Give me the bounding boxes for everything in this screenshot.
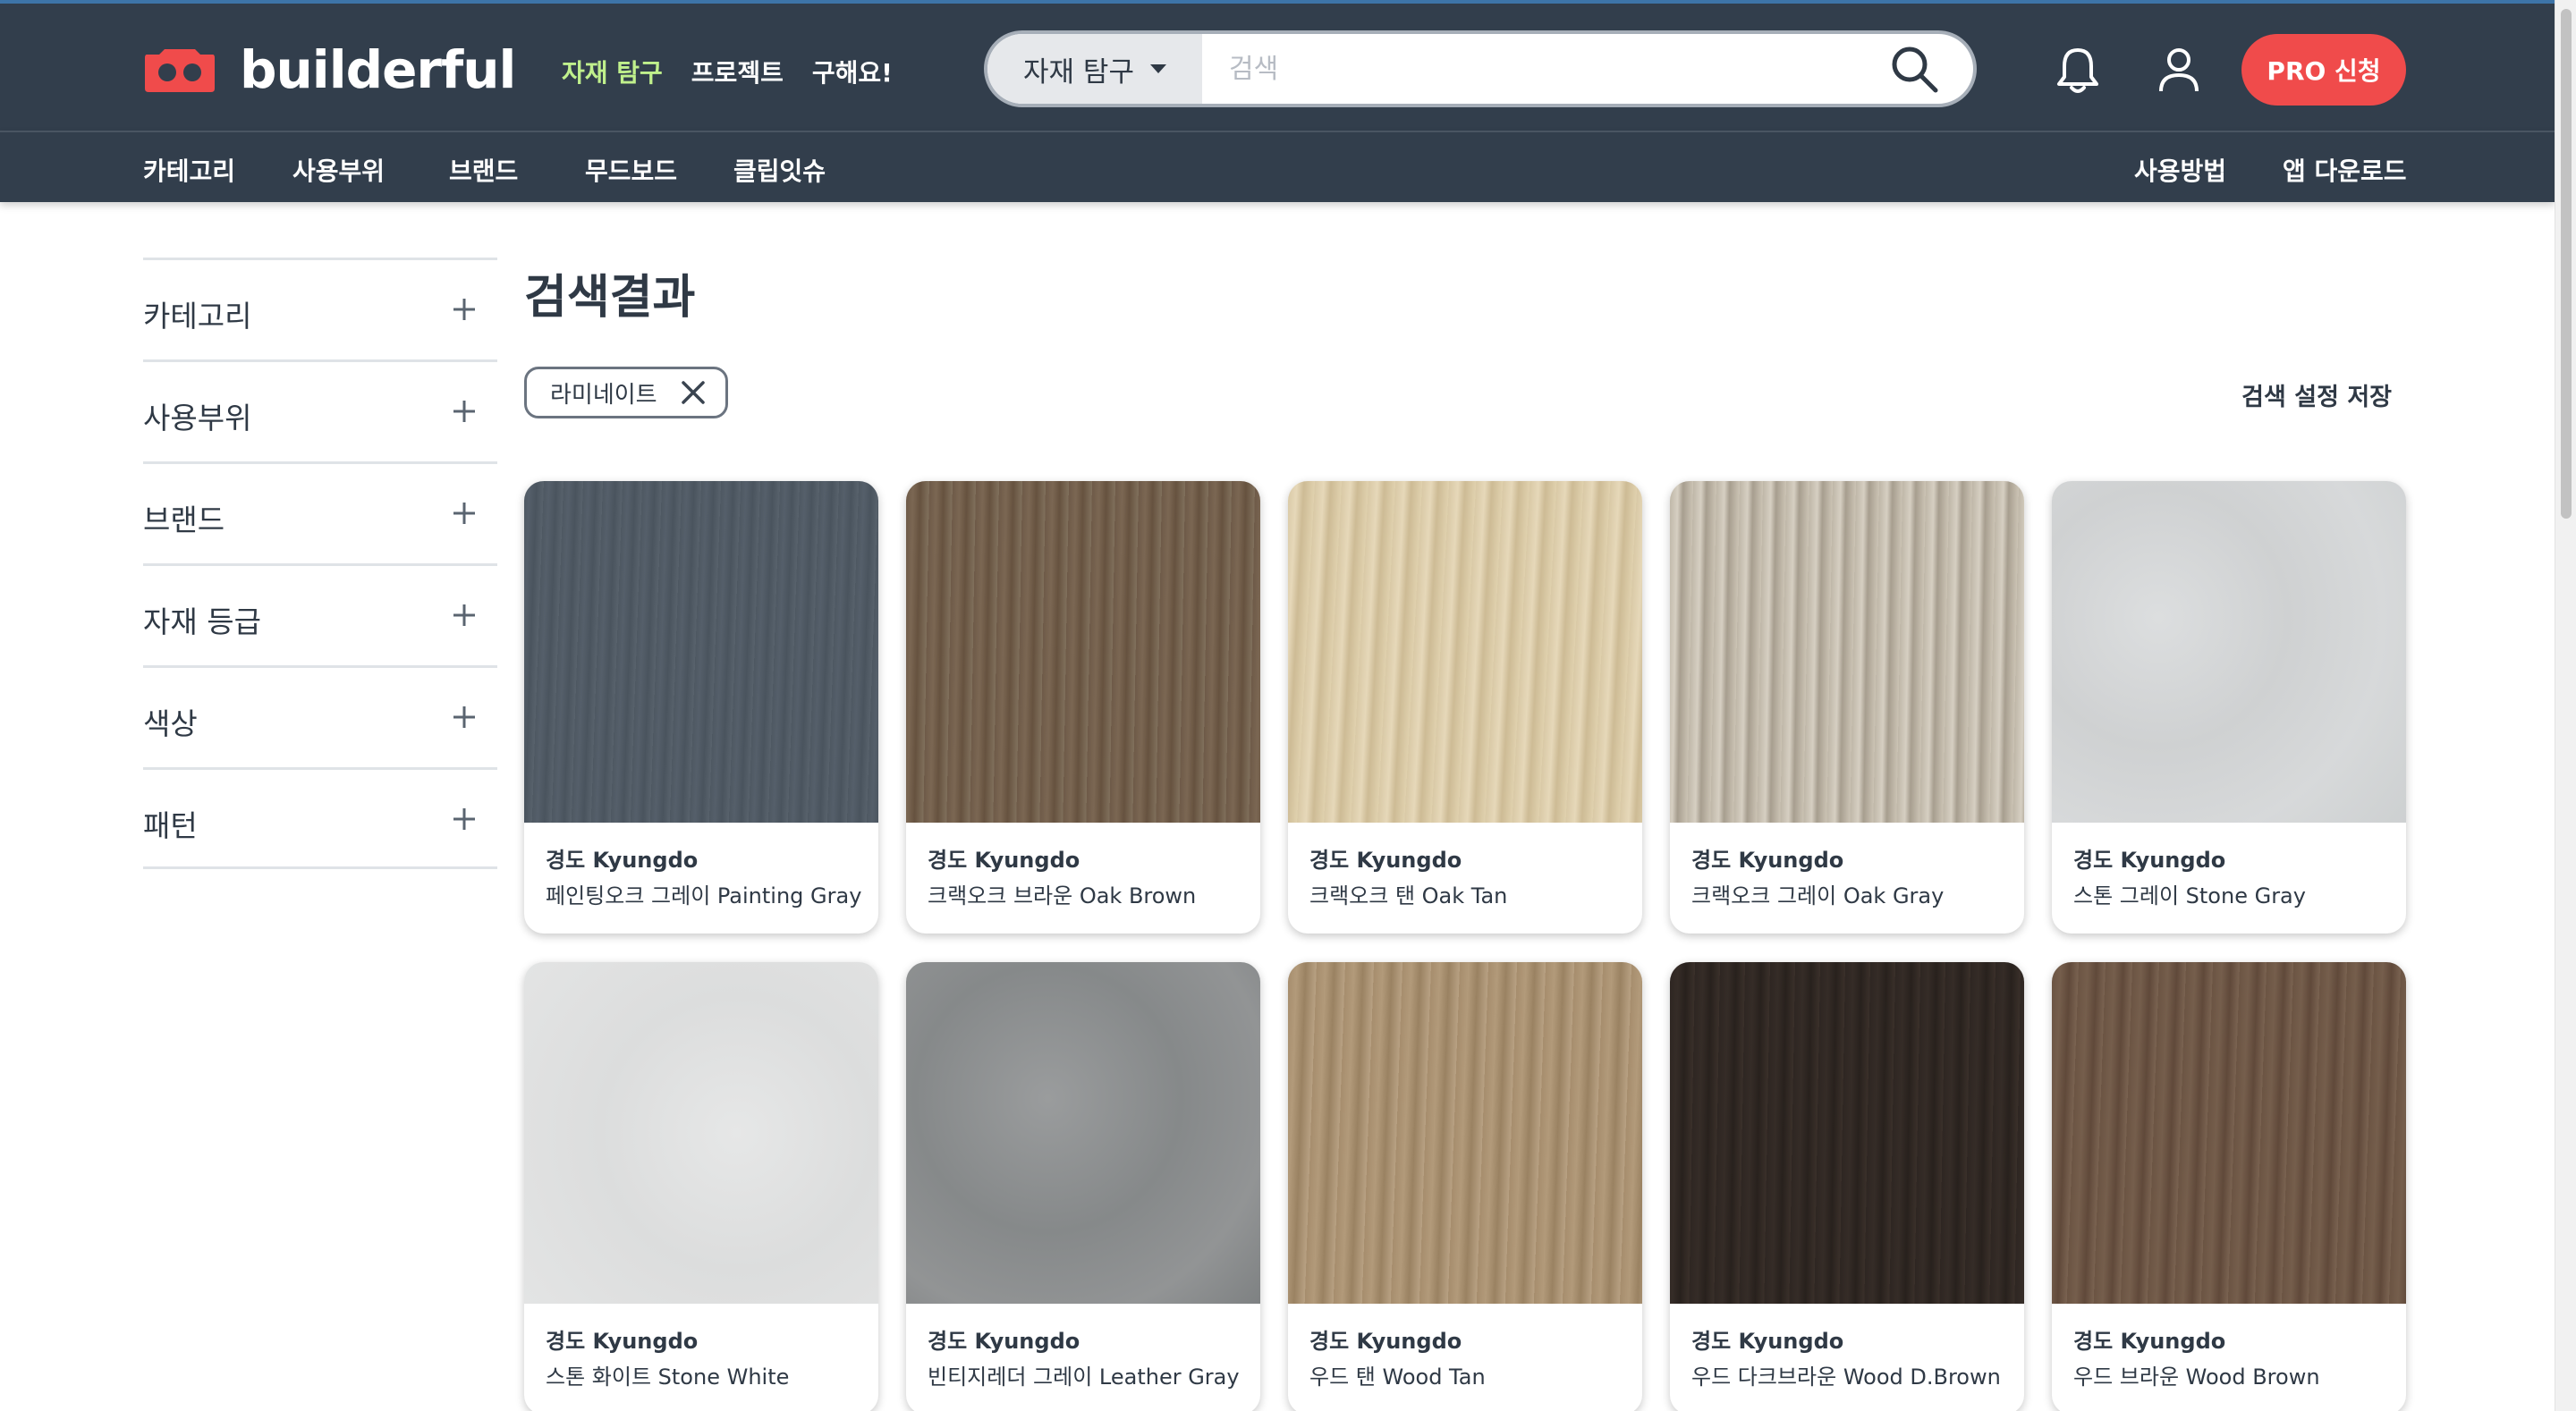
filter-label: 색상 — [143, 706, 198, 741]
logo-mark-icon — [145, 49, 215, 92]
filter-pattern[interactable]: 패턴 — [143, 767, 497, 869]
product-name: 크랙오크 탠 Oak Tan — [1309, 883, 1508, 908]
filter-grade[interactable]: 자재 등급 — [143, 563, 497, 665]
filter-sidebar: 카테고리 사용부위 브랜드 자재 등급 색상 패턴 — [143, 258, 497, 869]
subnav-category[interactable]: 카테고리 — [143, 152, 235, 188]
logo[interactable]: builderful — [143, 38, 516, 102]
filter-chip-label: 라미네이트 — [550, 381, 657, 409]
plus-icon[interactable] — [453, 298, 476, 321]
product-brand: 경도 Kyungdo — [2073, 848, 2226, 873]
nav-material-explore[interactable]: 자재 탐구 — [562, 54, 663, 89]
app: builderful 자재 탐구 프로젝트 구해요! 자재 탐구 검색 PRO … — [0, 0, 2576, 1411]
page-scrollbar[interactable] — [2555, 0, 2576, 1411]
product-name: 우드 다크브라운 Wood D.Brown — [1691, 1365, 2001, 1390]
filter-color[interactable]: 색상 — [143, 665, 497, 767]
filter-label: 패턴 — [143, 808, 198, 843]
product-brand: 경도 Kyungdo — [2073, 1329, 2226, 1354]
filter-usage[interactable]: 사용부위 — [143, 359, 497, 461]
filter-label: 사용부위 — [143, 401, 252, 435]
top-header: builderful 자재 탐구 프로젝트 구해요! 자재 탐구 검색 PRO … — [0, 0, 2555, 131]
product-card[interactable]: 경도 Kyungdo 페인팅오크 그레이 Painting Gray — [524, 481, 878, 934]
save-search-button[interactable]: 검색 설정 저장 — [2241, 377, 2392, 412]
filter-brand[interactable]: 브랜드 — [143, 461, 497, 563]
search-category-label: 자재 탐구 — [1023, 55, 1134, 89]
subnav-usage[interactable]: 사용부위 — [292, 152, 385, 188]
sub-nav: 카테고리 사용부위 브랜드 무드보드 클립잇슈 사용방법 앱 다운로드 — [0, 131, 2555, 202]
nav-project[interactable]: 프로젝트 — [691, 54, 784, 89]
page: builderful 자재 탐구 프로젝트 구해요! 자재 탐구 검색 PRO … — [0, 0, 2555, 1411]
search-category-select[interactable]: 자재 탐구 — [987, 34, 1202, 104]
close-icon[interactable] — [681, 380, 706, 405]
filter-label: 브랜드 — [143, 503, 225, 537]
product-brand: 경도 Kyungdo — [546, 848, 699, 873]
product-name: 빈티지레더 그레이 Leather Gray — [928, 1365, 1240, 1390]
filter-label: 카테고리 — [143, 299, 252, 334]
product-card[interactable]: 경도 Kyungdo 스톤 그레이 Stone Gray — [2052, 481, 2406, 934]
subnav-brand[interactable]: 브랜드 — [449, 152, 518, 188]
product-swatch — [1288, 481, 1642, 823]
pro-signup-button[interactable]: PRO 신청 — [2241, 34, 2406, 106]
product-swatch — [524, 481, 878, 823]
product-swatch — [1670, 962, 2024, 1304]
product-brand: 경도 Kyungdo — [1309, 848, 1462, 873]
product-name: 스톤 그레이 Stone Gray — [2073, 883, 2306, 908]
search-input[interactable] — [1202, 34, 1887, 104]
product-name: 스톤 화이트 Stone White — [546, 1365, 790, 1390]
nav-wanted[interactable]: 구해요! — [812, 54, 893, 89]
active-filter-chip[interactable]: 라미네이트 — [524, 367, 728, 418]
product-brand: 경도 Kyungdo — [1691, 1329, 1844, 1354]
product-name: 크랙오크 브라운 Oak Brown — [928, 883, 1197, 908]
product-swatch — [1288, 962, 1642, 1304]
product-brand: 경도 Kyungdo — [1309, 1329, 1462, 1354]
plus-icon[interactable] — [453, 604, 476, 627]
bell-icon[interactable] — [2054, 45, 2102, 95]
product-card[interactable]: 경도 Kyungdo 크랙오크 그레이 Oak Gray — [1670, 481, 2024, 934]
scrollbar-thumb[interactable] — [2561, 9, 2572, 519]
search-box: 자재 탐구 — [984, 30, 1977, 107]
logo-text: builderful — [240, 39, 516, 100]
product-brand: 경도 Kyungdo — [1691, 848, 1844, 873]
caret-down-icon — [1149, 64, 1166, 73]
product-card[interactable]: 경도 Kyungdo 우드 다크브라운 Wood D.Brown — [1670, 962, 2024, 1411]
page-title: 검색결과 — [524, 271, 696, 325]
product-name: 우드 브라운 Wood Brown — [2073, 1365, 2320, 1390]
product-swatch — [2052, 962, 2406, 1304]
product-card[interactable]: 경도 Kyungdo 크랙오크 탠 Oak Tan — [1288, 481, 1642, 934]
product-name: 페인팅오크 그레이 Painting Gray — [546, 883, 862, 908]
filter-label: 자재 등급 — [143, 604, 261, 639]
plus-icon[interactable] — [453, 502, 476, 525]
product-card[interactable]: 경도 Kyungdo 우드 탠 Wood Tan — [1288, 962, 1642, 1411]
subnav-moodboard[interactable]: 무드보드 — [585, 152, 677, 188]
product-card[interactable]: 경도 Kyungdo 우드 브라운 Wood Brown — [2052, 962, 2406, 1411]
product-swatch — [524, 962, 878, 1304]
subnav-clipissue[interactable]: 클립잇슈 — [733, 152, 826, 188]
subnav-howto[interactable]: 사용방법 — [2134, 152, 2226, 188]
subnav-app-download[interactable]: 앱 다운로드 — [2283, 152, 2407, 188]
search-icon[interactable] — [1887, 42, 1941, 96]
user-icon[interactable] — [2157, 46, 2200, 93]
product-brand: 경도 Kyungdo — [928, 848, 1080, 873]
product-swatch — [2052, 481, 2406, 823]
product-swatch — [1670, 481, 2024, 823]
product-name: 우드 탠 Wood Tan — [1309, 1365, 1486, 1390]
product-card[interactable]: 경도 Kyungdo 스톤 화이트 Stone White — [524, 962, 878, 1411]
product-name: 크랙오크 그레이 Oak Gray — [1691, 883, 1945, 908]
product-brand: 경도 Kyungdo — [546, 1329, 699, 1354]
plus-icon[interactable] — [453, 400, 476, 423]
main-nav: 자재 탐구 프로젝트 구해요! — [562, 54, 921, 89]
product-swatch — [906, 962, 1260, 1304]
product-brand: 경도 Kyungdo — [928, 1329, 1080, 1354]
plus-icon[interactable] — [453, 706, 476, 729]
product-card[interactable]: 경도 Kyungdo 빈티지레더 그레이 Leather Gray — [906, 962, 1260, 1411]
plus-icon[interactable] — [453, 807, 476, 831]
product-card[interactable]: 경도 Kyungdo 크랙오크 브라운 Oak Brown — [906, 481, 1260, 934]
product-swatch — [906, 481, 1260, 823]
filter-category[interactable]: 카테고리 — [143, 258, 497, 359]
